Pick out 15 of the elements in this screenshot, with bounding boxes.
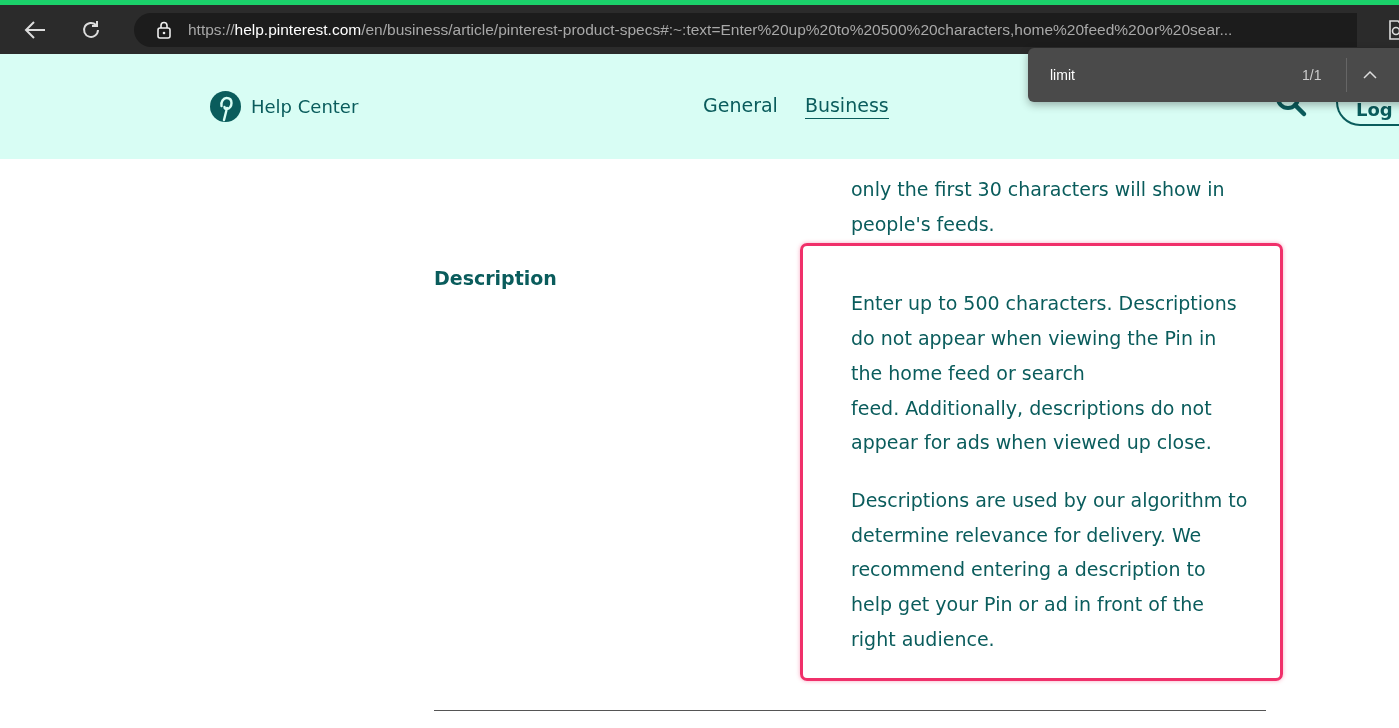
lock-icon bbox=[156, 20, 172, 39]
nav-link[interactable]: Business bbox=[804, 94, 889, 119]
url-host: help.pinterest.com bbox=[234, 20, 362, 39]
url-path: /en/business/article/pinterest-product-specs#:~:text=Enter%20up%20to%20500%20characters,home%20feed%20or%20sear... bbox=[361, 20, 1233, 39]
spec-paragraph: Descriptions are used by our algorithm to determine relevance for delivery. We recommend entering a description to help get your Pin or ad in front of the right audience. bbox=[851, 487, 1249, 652]
address-bar[interactable]: https://help.pinterest.com/en/business/article/pinterest-product-specs#:~:text=Enter%20up%20to%20500%20characters,home%20feed%20or%20sear... bbox=[134, 12, 1357, 47]
spec-label: Description bbox=[434, 267, 558, 290]
spec-paragraph: Enter up to 500 characters. Descriptions do not appear when viewing the Pin in the home feed or search feed. Additionally, descriptions do not appear for ads when viewed up close. bbox=[851, 291, 1238, 456]
match-count: 1/1 bbox=[1302, 67, 1323, 83]
find-input[interactable]: limit bbox=[1048, 66, 1302, 84]
nav-link[interactable]: General bbox=[703, 94, 778, 119]
help-center-title[interactable]: Help Center bbox=[251, 96, 703, 117]
url-scheme: https:// bbox=[188, 20, 235, 39]
chevron-up-icon[interactable] bbox=[1363, 70, 1377, 80]
spec-paragraph: only the first 30 characters will show in people's feeds. bbox=[851, 177, 1226, 237]
